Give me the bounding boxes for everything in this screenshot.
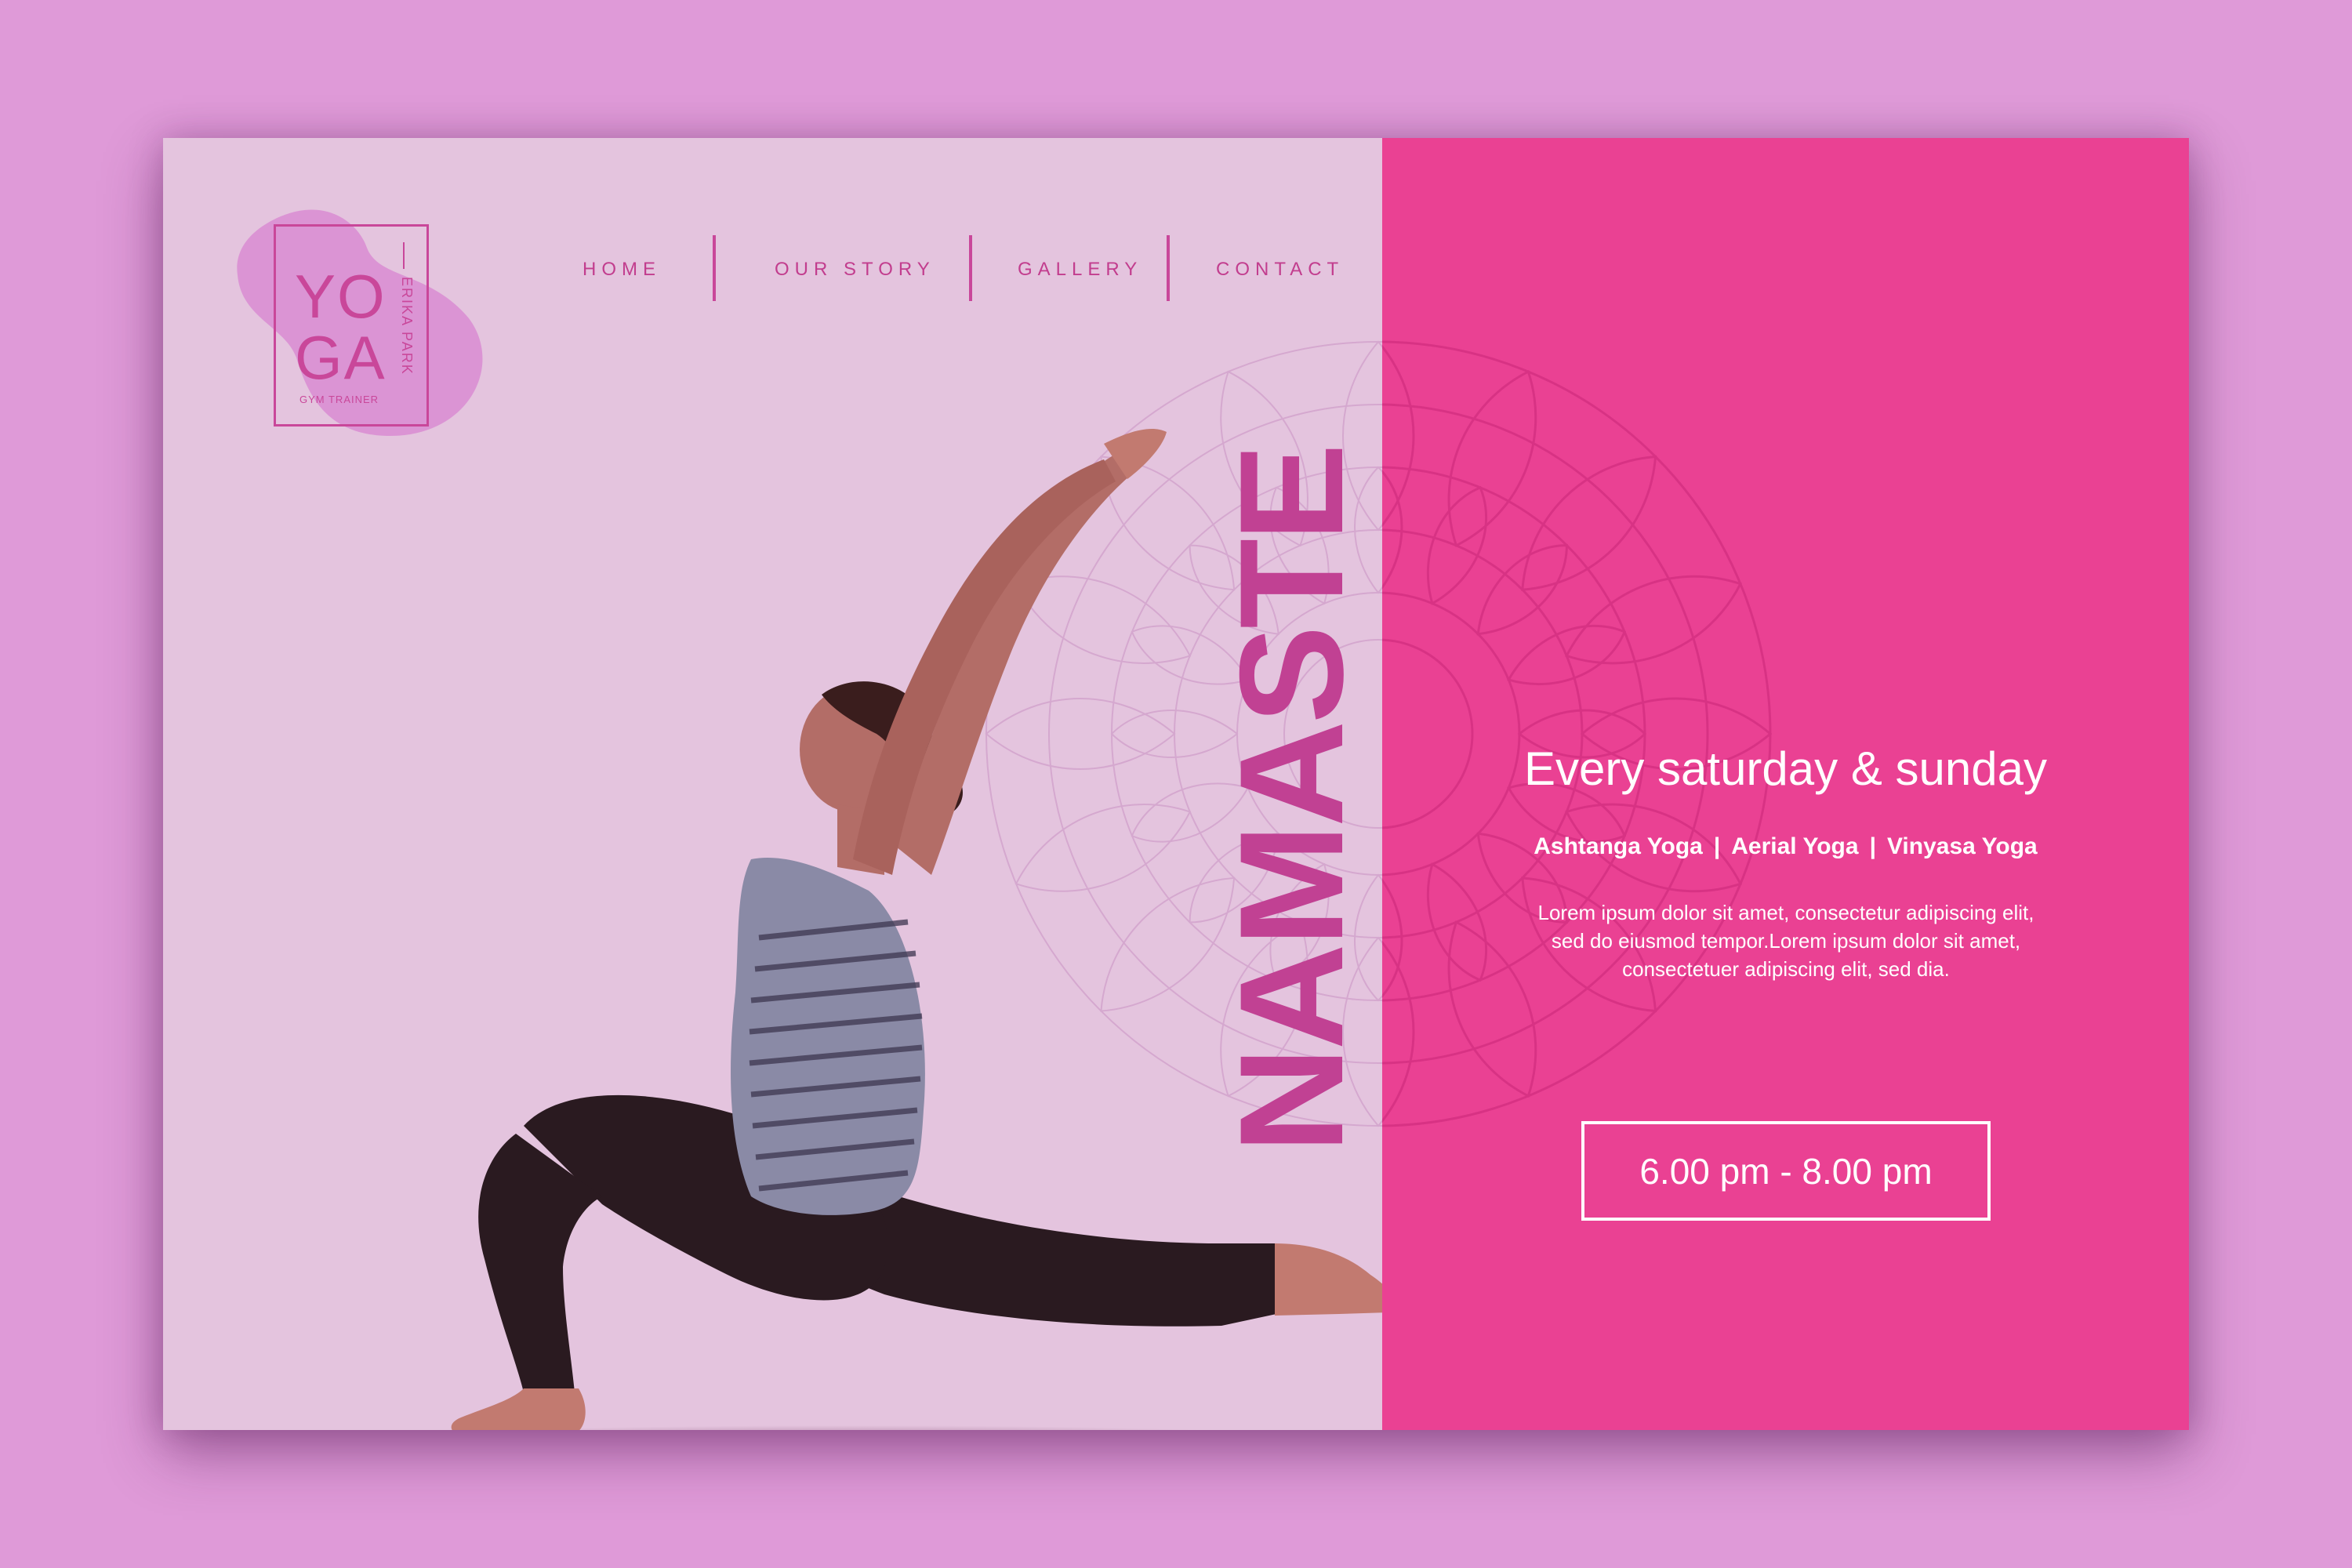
nav-divider <box>713 235 716 301</box>
info-right-panel: Every saturday & sunday Ashtanga Yoga | Ae… <box>1382 138 2189 1430</box>
mandala-decoration-right <box>1382 340 1772 1127</box>
nav-our-story[interactable]: OUR STORY <box>775 259 935 281</box>
class-time-button[interactable]: 6.00 pm - 8.00 pm <box>1581 1121 1991 1221</box>
nav-contact[interactable]: CONTACT <box>1216 259 1344 281</box>
style-separator: | <box>1713 833 1721 859</box>
logo-text-line1: YO <box>295 262 387 331</box>
nav-divider <box>1167 235 1170 301</box>
logo-divider <box>403 242 405 269</box>
yoga-style-item: Aerial Yoga <box>1731 833 1859 859</box>
nav-divider <box>969 235 972 301</box>
schedule-days-heading: Every saturday & sunday <box>1523 742 2047 795</box>
namaste-vertical-title: NAMASTE <box>1209 446 1374 1153</box>
hero-left-panel: YO GA GYM TRAINER ERIKA PARK HOME OUR ST… <box>163 138 1382 1430</box>
style-separator: | <box>1869 833 1876 859</box>
nav-gallery[interactable]: GALLERY <box>1018 259 1142 281</box>
yoga-style-item: Ashtanga Yoga <box>1534 833 1703 859</box>
nav-home[interactable]: HOME <box>583 259 661 281</box>
yoga-styles-list: Ashtanga Yoga | Aerial Yoga | Vinyasa Yoga <box>1382 833 2189 860</box>
landing-page-card: YO GA GYM TRAINER ERIKA PARK HOME OUR ST… <box>163 138 2189 1430</box>
description-text: Lorem ipsum dolor sit amet, consectetur … <box>1537 901 2034 981</box>
yoga-style-item: Vinyasa Yoga <box>1886 833 2038 859</box>
